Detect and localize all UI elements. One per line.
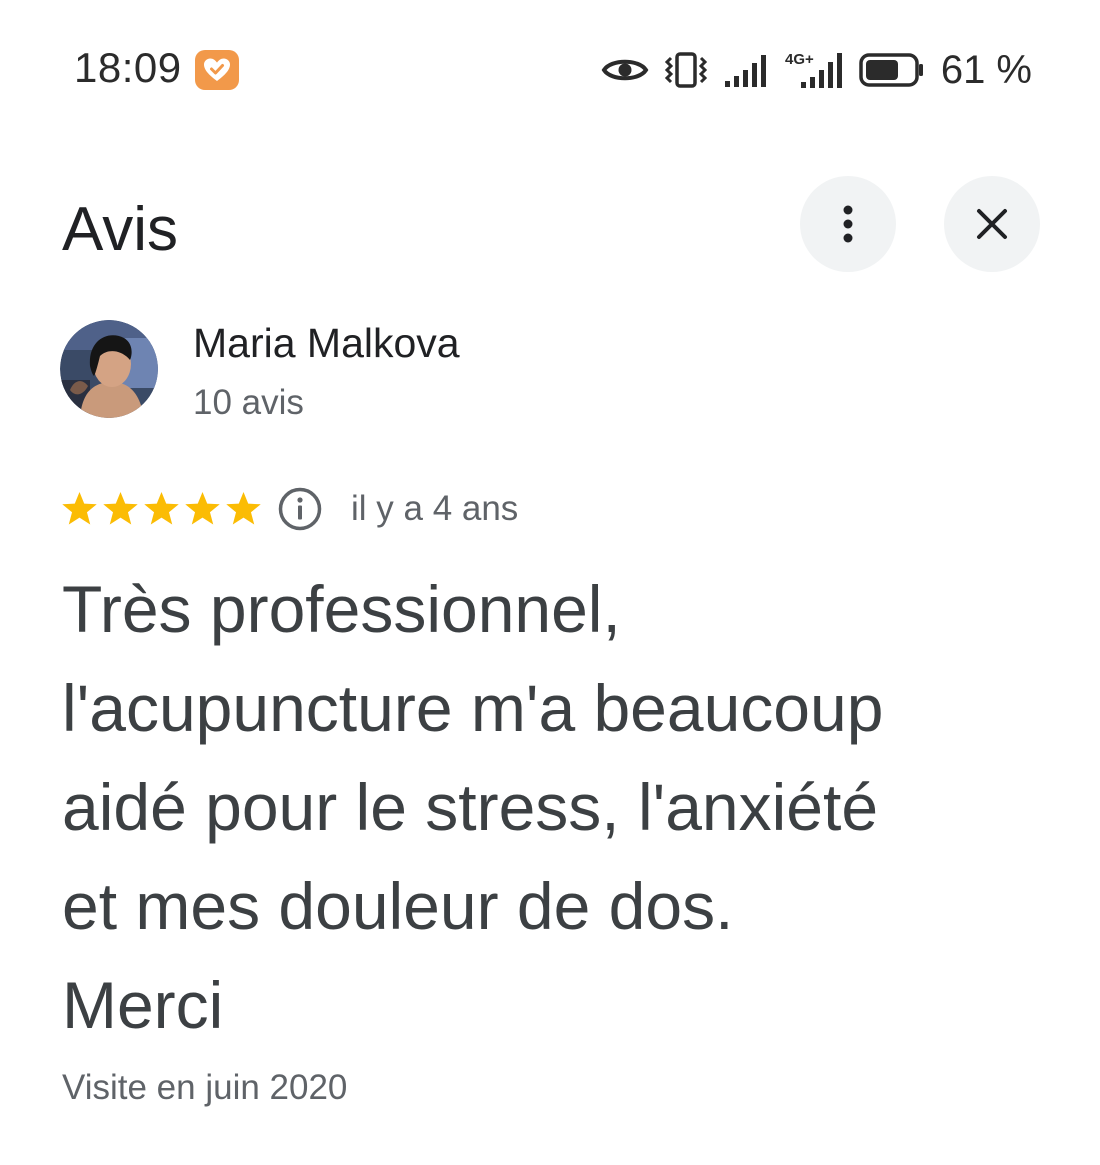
signal-4g-icon: 4G+: [783, 50, 845, 90]
star-rating: [60, 490, 263, 528]
close-icon: [977, 209, 1007, 239]
battery-icon: [859, 52, 925, 88]
close-button[interactable]: [944, 176, 1040, 272]
page-title: Avis: [62, 195, 179, 264]
status-bar: 18:09 4G+ 61 %: [0, 0, 1100, 140]
star-icon: [185, 491, 220, 525]
app-heart-badge-icon: [195, 50, 239, 90]
star-icon: [226, 491, 261, 525]
reviewer-name[interactable]: Maria Malkova: [193, 320, 460, 367]
status-icons: 4G+ 61 %: [601, 44, 1032, 96]
more-vert-icon: [843, 205, 853, 243]
review-text: Très professionnel, l'acupuncture m'a be…: [62, 572, 884, 1042]
eye-icon: [601, 55, 649, 85]
reviewer-review-count: 10 avis: [193, 383, 304, 422]
star-icon: [144, 491, 179, 525]
network-type-label: 4G+: [785, 51, 814, 68]
status-time: 18:09: [74, 44, 182, 91]
info-icon[interactable]: [277, 486, 323, 532]
vibrate-icon: [663, 50, 709, 90]
visit-date: Visite en juin 2020: [62, 1068, 348, 1107]
signal-icon: [723, 51, 769, 89]
star-icon: [103, 491, 138, 525]
rating-row: il y a 4 ans: [60, 484, 518, 534]
star-icon: [62, 491, 97, 525]
review-relative-date: il y a 4 ans: [351, 489, 519, 528]
more-options-button[interactable]: [800, 176, 896, 272]
avatar[interactable]: [60, 320, 158, 418]
battery-percent: 61 %: [940, 47, 1032, 92]
